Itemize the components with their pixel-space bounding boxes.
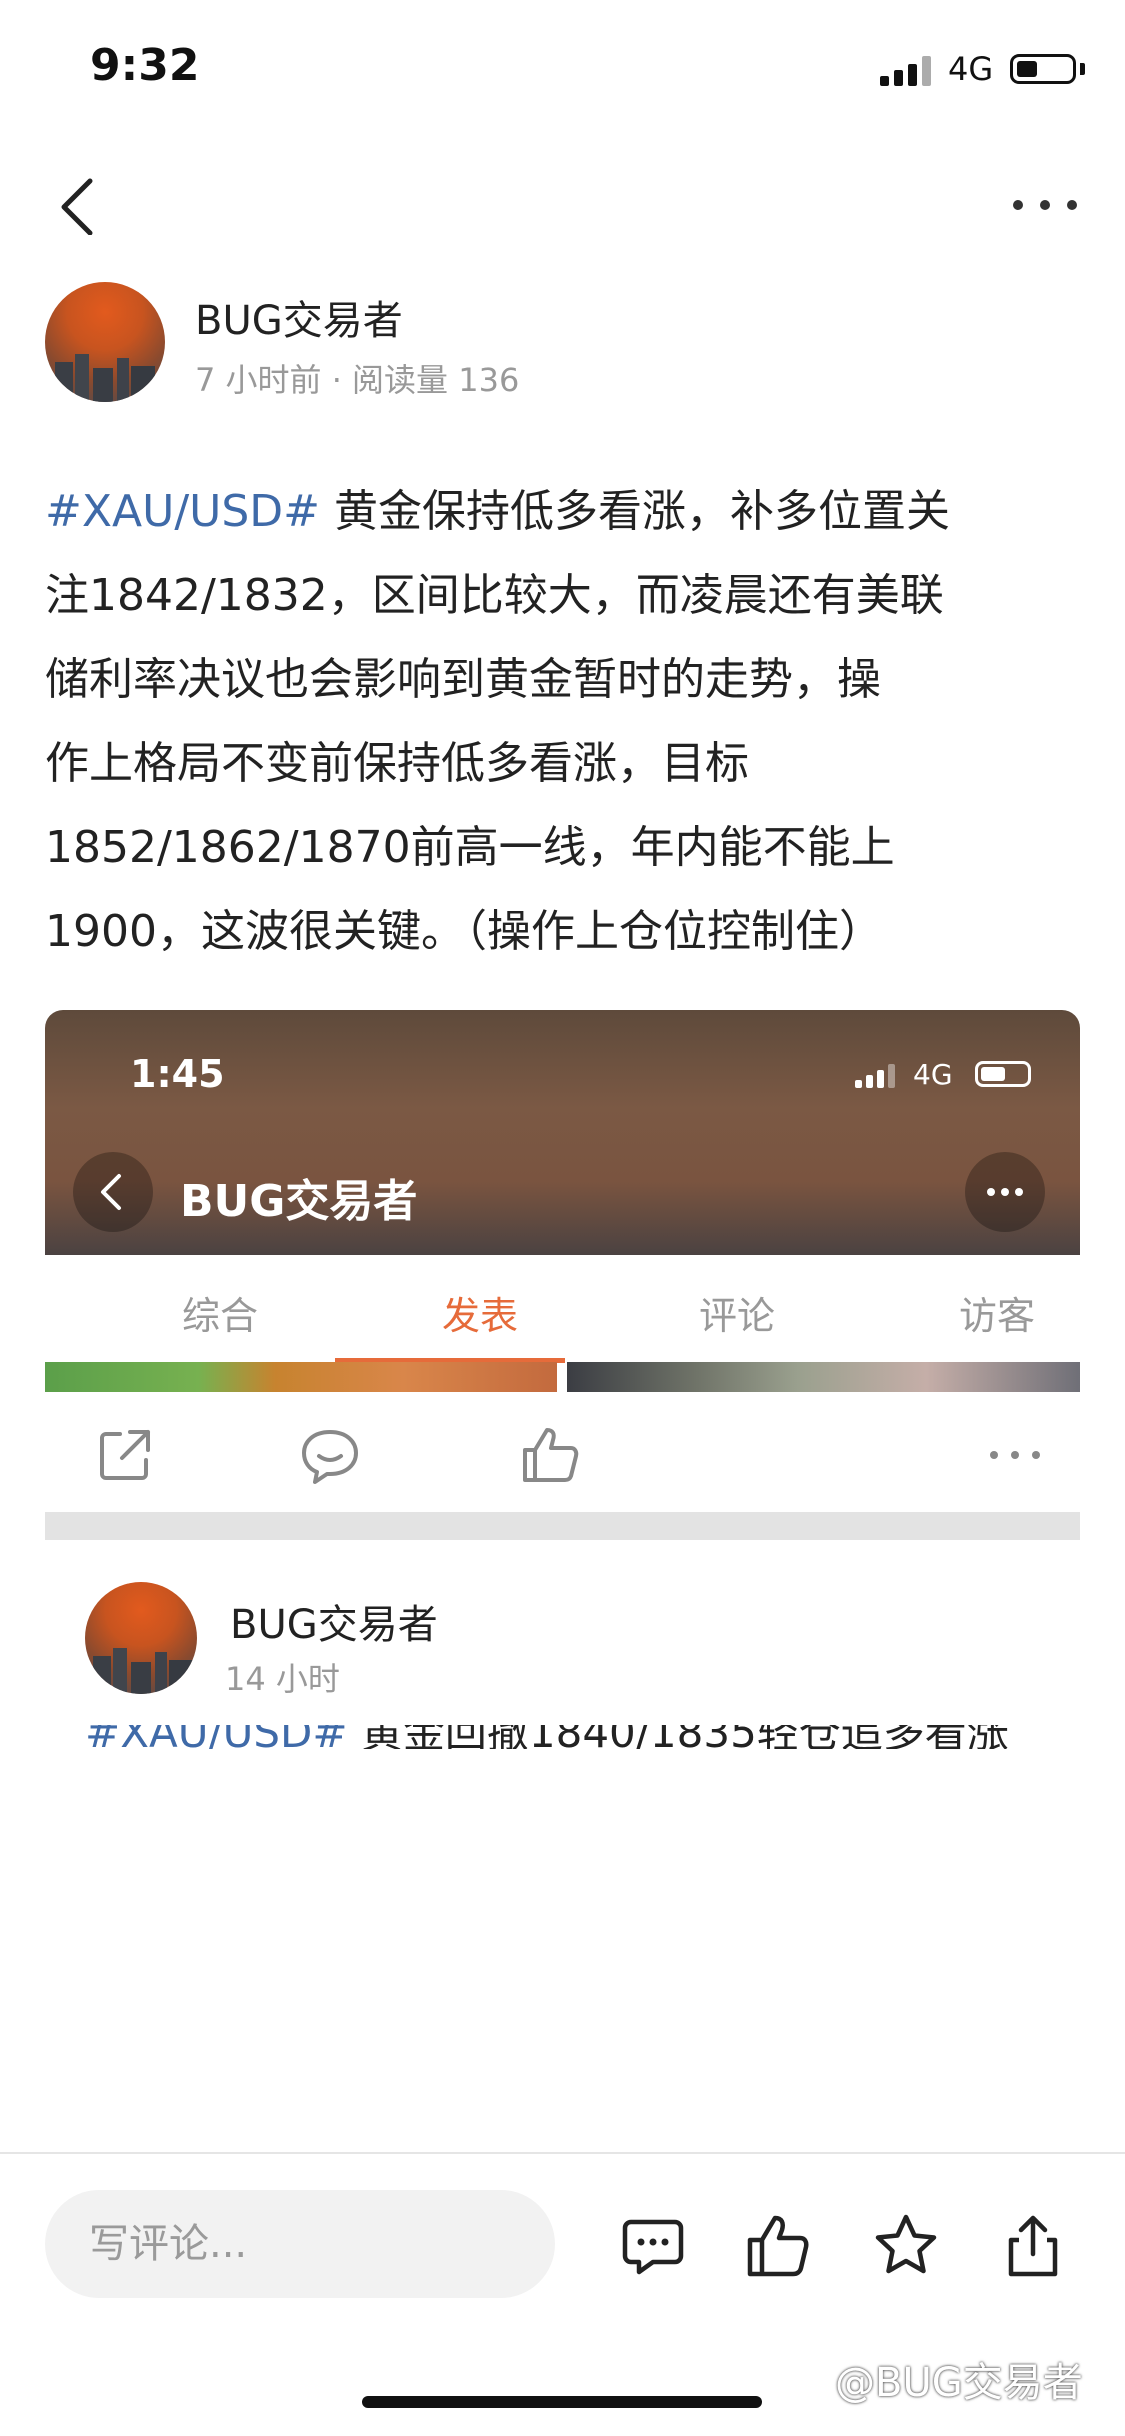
comments-button[interactable]: [617, 2210, 689, 2282]
chevron-left-icon: [61, 178, 93, 236]
embedded-more-button: [965, 1152, 1045, 1232]
post-line: 1900，这波很关键。（操作上仓位控制住）: [45, 906, 883, 957]
share-icon: [100, 1430, 150, 1480]
avatar-image: [93, 1648, 193, 1694]
home-indicator: [362, 2396, 762, 2408]
post-line: #XAU/USD# 黄金保持低多看涨，补多位置关: [45, 486, 951, 537]
post-line: 1852/1862/1870前高一线，年内能不能上: [45, 822, 895, 873]
more-horizontal-icon: [1013, 200, 1077, 210]
embedded-tab-active: 发表: [441, 1294, 518, 1338]
embedded-tab: 访客: [958, 1294, 1035, 1338]
share-icon: [1008, 2215, 1058, 2277]
like-icon: [747, 2215, 809, 2277]
author-name: BUG交易者: [230, 1602, 438, 1648]
comment-input[interactable]: [45, 2190, 555, 2298]
embedded-like: [515, 1420, 585, 1490]
battery-icon: [1010, 54, 1076, 84]
network-type: 4G: [948, 50, 994, 88]
embedded-divider: [45, 1512, 1080, 1540]
share-button[interactable]: [997, 2210, 1069, 2282]
embedded-time: 1:45: [130, 1052, 225, 1096]
post-meta: 7 小时前 · 阅读量 136: [195, 361, 520, 399]
embedded-tab: 评论: [698, 1294, 775, 1338]
post-meta: 14 小时: [225, 1660, 340, 1698]
like-button[interactable]: [742, 2210, 814, 2282]
favorite-button[interactable]: [870, 2210, 942, 2282]
post-line: 作上格局不变前保持低多看涨，目标: [45, 738, 749, 789]
avatar[interactable]: [45, 282, 165, 402]
comment-icon: [302, 1430, 358, 1484]
status-time: 9:32: [90, 40, 200, 91]
avatar-image: [55, 354, 155, 402]
embedded-back-button: [73, 1152, 153, 1232]
hashtag-link[interactable]: #XAU/USD#: [45, 486, 320, 537]
embedded-signal-icon: [855, 1064, 899, 1088]
like-icon: [523, 1428, 579, 1482]
more-horizontal-icon: [987, 1188, 1023, 1196]
bottom-divider: [0, 2152, 1125, 2154]
post-line: 储利率决议也会影响到黄金暂时的走势，操: [45, 654, 881, 705]
embedded-share: [90, 1420, 160, 1490]
more-button[interactable]: [1010, 185, 1080, 225]
embedded-more: [980, 1420, 1050, 1490]
embedded-title: BUG交易者: [180, 1176, 418, 1227]
star-icon: [875, 2214, 937, 2274]
embedded-battery-icon: [975, 1061, 1031, 1087]
post-line: 注1842/1832，区间比较大，而凌晨还有美联: [45, 570, 944, 621]
watermark: @BUG交易者: [835, 2360, 1083, 2406]
post-content: #XAU/USD# 黄金保持低多看涨，补多位置关 注1842/1832，区间比较…: [45, 470, 1085, 974]
thumbnail-image: [567, 1362, 1080, 1392]
post-preview: #XAU/USD# 黄金回撤1840/1835轻仓追多看涨: [85, 1725, 1045, 1749]
thumbnail-image: [45, 1362, 557, 1392]
author-name[interactable]: BUG交易者: [195, 288, 403, 346]
avatar: [85, 1582, 197, 1694]
back-button[interactable]: [50, 175, 110, 236]
embedded-screenshot[interactable]: 1:45 4G BUG交易者 综合 发表 评论 访客: [45, 1010, 1080, 1540]
comment-icon: [622, 2219, 684, 2275]
embedded-comment: [295, 1420, 365, 1490]
more-horizontal-icon: [990, 1451, 1040, 1459]
chevron-left-icon: [101, 1174, 121, 1210]
embedded-network: 4G: [913, 1058, 953, 1091]
embedded-tab: 综合: [181, 1294, 258, 1338]
battery-tip: [1080, 63, 1085, 75]
signal-icon: [880, 56, 936, 86]
hashtag-link: #XAU/USD#: [85, 1725, 348, 1749]
